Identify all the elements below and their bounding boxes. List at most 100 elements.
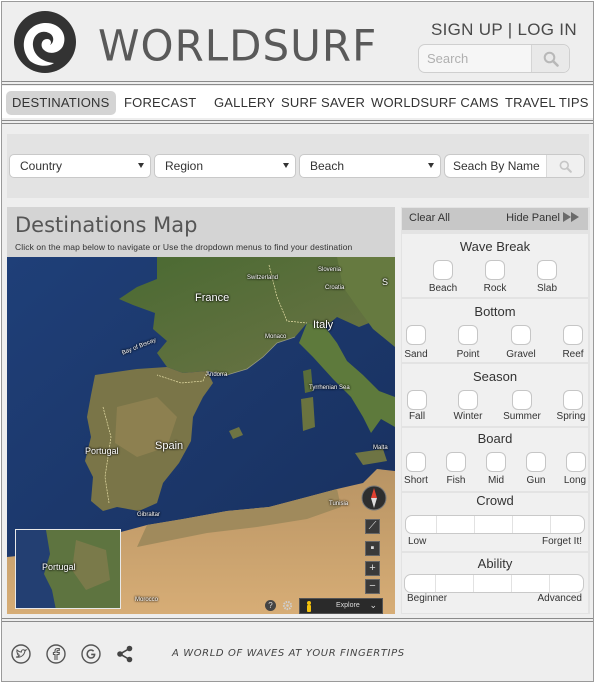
street-view-icon[interactable]: ▪ xyxy=(365,541,380,556)
bottom-section: Bottom Sand Point Gravel Reef xyxy=(402,299,588,362)
twitter-icon[interactable] xyxy=(11,644,31,664)
crowd-low-label: Low xyxy=(408,536,427,547)
label-rock: Rock xyxy=(483,283,507,294)
pegman-icon[interactable] xyxy=(305,601,313,612)
label-gravel: Gravel xyxy=(506,349,536,360)
chevron-down-icon xyxy=(428,163,434,168)
satellite-map[interactable]: Switzerland Slovenia Croatia S France It… xyxy=(7,257,395,614)
map-instructions: Click on the map below to navigate or Us… xyxy=(15,242,353,252)
checkbox-reef[interactable] xyxy=(563,325,583,345)
share-icon[interactable] xyxy=(115,644,135,664)
checkbox-sand[interactable] xyxy=(406,325,426,345)
ability-high-label: Advanced xyxy=(537,593,582,604)
crowd-slider[interactable] xyxy=(405,515,585,534)
tab-destinations[interactable]: DESTINATIONS xyxy=(6,91,116,115)
name-search-input[interactable] xyxy=(445,155,545,177)
map-title: Destinations Map xyxy=(15,213,198,237)
log-in-link[interactable]: LOG IN xyxy=(517,20,576,39)
checkbox-point[interactable] xyxy=(458,325,478,345)
map-label-switzerland: Switzerland xyxy=(247,275,279,281)
board-title: Board xyxy=(477,431,513,446)
facebook-icon[interactable] xyxy=(46,644,66,664)
explore-bar[interactable]: Explore ⌄ xyxy=(299,598,383,614)
page: WORLDSURF SIGN UP | LOG IN DESTINATIONS … xyxy=(1,1,594,682)
checkbox-slab[interactable] xyxy=(537,260,557,280)
bottom-title: Bottom xyxy=(474,304,516,319)
checkbox-mid[interactable] xyxy=(486,452,506,472)
region-dropdown[interactable]: Region xyxy=(154,154,296,178)
explore-label: Explore xyxy=(336,602,360,609)
search-button[interactable] xyxy=(531,45,569,72)
ability-slider[interactable] xyxy=(404,574,584,593)
checkbox-long[interactable] xyxy=(566,452,586,472)
filter-bar: Country Region Beach xyxy=(7,134,589,198)
region-dropdown-value: Region xyxy=(165,159,204,173)
checkbox-spring[interactable] xyxy=(563,390,583,410)
search-icon xyxy=(543,51,559,67)
chevron-down-icon xyxy=(138,163,144,168)
compass-icon[interactable] xyxy=(361,485,387,511)
wave-break-title: Wave Break xyxy=(459,239,531,254)
map-label-tyrrhenian-sea: Tyrrhenian Sea xyxy=(309,385,350,391)
crowd-high-label: Forget It! xyxy=(541,536,582,547)
main-nav: DESTINATIONS FORECAST GALLERY SURF SAVER… xyxy=(2,86,593,118)
filter-panel: Clear All Hide Panel Wave Break Beach Ro… xyxy=(401,207,590,614)
destinations-map-panel: Destinations Map Click on the map below … xyxy=(7,207,395,614)
country-dropdown-value: Country xyxy=(20,159,63,173)
google-plus-icon[interactable] xyxy=(81,644,101,664)
zoom-in-button[interactable]: + xyxy=(365,561,380,576)
label-summer: Summer xyxy=(503,411,541,422)
map-label-andorra: Andorra xyxy=(206,372,228,378)
help-icon[interactable]: ? xyxy=(265,600,276,611)
checkbox-gravel[interactable] xyxy=(511,325,531,345)
checkbox-fall[interactable] xyxy=(407,390,427,410)
worldsurf-logo[interactable] xyxy=(12,11,78,73)
map-label-tunisia: Tunisia xyxy=(329,501,349,507)
ability-low-label: Beginner xyxy=(407,593,448,604)
chevron-down-icon xyxy=(283,163,289,168)
checkbox-rock[interactable] xyxy=(485,260,505,280)
map-label-gibraltar: Gibraltar xyxy=(137,512,161,518)
hide-panel-button[interactable]: Hide Panel xyxy=(506,212,580,224)
ability-title: Ability xyxy=(477,556,513,571)
checkbox-gun[interactable] xyxy=(526,452,546,472)
gear-icon[interactable] xyxy=(282,600,293,611)
crowd-title: Crowd xyxy=(476,493,514,508)
inset-label-portugal: Portugal xyxy=(42,562,76,572)
header-search xyxy=(418,44,570,73)
double-chevron-right-icon xyxy=(563,212,579,222)
checkbox-fish[interactable] xyxy=(446,452,466,472)
tab-surf-saver[interactable]: SURF SAVER xyxy=(281,91,365,115)
panel-header: Clear All Hide Panel xyxy=(402,208,588,230)
chevron-down-icon: ⌄ xyxy=(369,600,377,610)
name-search-button[interactable] xyxy=(546,155,584,177)
ability-section: Ability Beginner Advanced xyxy=(402,553,588,613)
brand-title: WORLDSURF xyxy=(98,20,378,71)
wave-break-section: Wave Break Beach Rock Slab xyxy=(402,234,588,297)
tab-forecast[interactable]: FORECAST xyxy=(124,91,196,115)
checkbox-beach[interactable] xyxy=(433,260,453,280)
beach-dropdown[interactable]: Beach xyxy=(299,154,441,178)
label-fall: Fall xyxy=(408,411,426,422)
search-input[interactable] xyxy=(419,45,531,72)
map-inset[interactable]: Portugal xyxy=(15,529,121,609)
label-sand: Sand xyxy=(404,349,428,360)
country-dropdown[interactable]: Country xyxy=(9,154,151,178)
tilt-icon[interactable]: ⟋ xyxy=(365,519,380,534)
zoom-out-button[interactable]: − xyxy=(365,579,380,594)
sign-up-link[interactable]: SIGN UP xyxy=(431,20,503,39)
tab-worldsurf-cams[interactable]: WORLDSURF CAMS xyxy=(371,91,499,115)
tab-travel-tips[interactable]: TRAVEL TIPS xyxy=(505,91,589,115)
checkbox-short[interactable] xyxy=(406,452,426,472)
checkbox-winter[interactable] xyxy=(458,390,478,410)
label-fish: Fish xyxy=(446,475,466,486)
tab-gallery[interactable]: GALLERY xyxy=(214,91,275,115)
board-section: Board Short Fish Mid Gun Long xyxy=(402,428,588,491)
clear-all-button[interactable]: Clear All xyxy=(409,212,450,224)
footer-tagline: A WORLD OF WAVES AT YOUR FINGERTIPS xyxy=(172,648,405,659)
map-label-france: France xyxy=(195,292,230,304)
header-divider xyxy=(2,81,593,85)
label-winter: Winter xyxy=(453,411,483,422)
auth-links: SIGN UP | LOG IN xyxy=(431,20,577,40)
checkbox-summer[interactable] xyxy=(512,390,532,410)
